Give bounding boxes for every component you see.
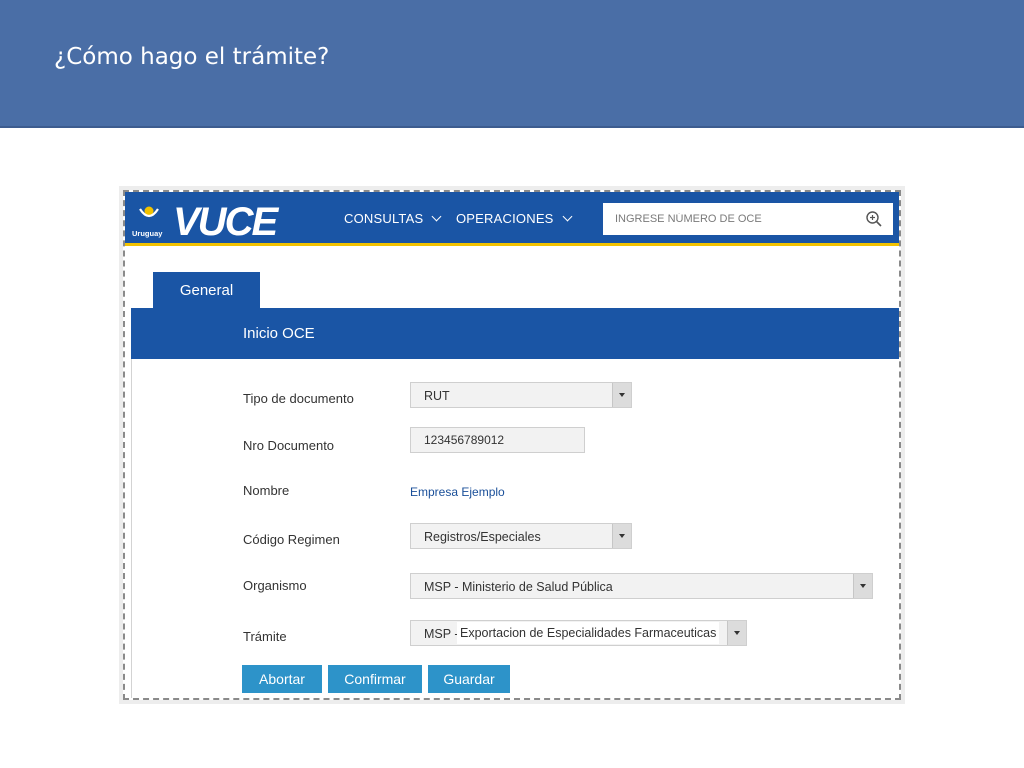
zoom-in-icon[interactable]: [865, 210, 883, 228]
screenshot-frame: Uruguay VUCE CONSULTAS OPERACIONES INGRE…: [119, 186, 905, 704]
nro-documento-label: Nro Documento: [243, 438, 335, 453]
tipo-documento-select[interactable]: RUT: [410, 382, 632, 408]
dropdown-arrow-icon: [612, 383, 631, 407]
tab-general[interactable]: General: [153, 272, 260, 308]
dropdown-arrow-icon: [612, 524, 631, 548]
slide-title: ¿Cómo hago el trámite?: [54, 44, 330, 70]
codigo-regimen-select[interactable]: Registros/Especiales: [410, 523, 632, 549]
nav-operaciones[interactable]: OPERACIONES: [456, 211, 573, 226]
app-window: Uruguay VUCE CONSULTAS OPERACIONES INGRE…: [123, 190, 901, 700]
nav-consultas-label: CONSULTAS: [344, 211, 424, 226]
slide-header: ¿Cómo hago el trámite?: [0, 0, 1024, 128]
tramite-value: Exportacion de Especialidades Farmaceuti…: [457, 622, 720, 644]
uruguay-sun-icon: [139, 206, 159, 218]
oce-search: [603, 203, 893, 235]
organismo-label: Organismo: [243, 578, 307, 593]
dropdown-arrow-icon: [727, 621, 746, 645]
organismo-select[interactable]: MSP - Ministerio de Salud Pública: [410, 573, 873, 599]
guardar-button[interactable]: Guardar: [428, 665, 510, 693]
vuce-logo[interactable]: Uruguay VUCE: [129, 198, 299, 242]
top-navbar: Uruguay VUCE CONSULTAS OPERACIONES: [125, 192, 899, 246]
nav-consultas[interactable]: CONSULTAS: [344, 211, 442, 226]
tramite-select[interactable]: MSP - Exportacion de Especialidades Farm…: [410, 620, 747, 646]
chevron-down-icon: [431, 211, 442, 222]
nombre-value: Empresa Ejemplo: [410, 485, 505, 499]
nro-documento-field[interactable]: 123456789012: [410, 427, 585, 453]
panel-title: Inicio OCE: [243, 325, 315, 342]
nombre-label: Nombre: [243, 483, 290, 498]
tipo-documento-label: Tipo de documento: [243, 391, 354, 406]
tipo-documento-value: RUT: [424, 389, 450, 403]
panel-header: Inicio OCE: [131, 308, 899, 359]
organismo-value: MSP - Ministerio de Salud Pública: [424, 580, 613, 594]
tramite-value-prefix: MSP -: [424, 627, 459, 641]
chevron-down-icon: [562, 211, 573, 222]
abortar-button[interactable]: Abortar: [242, 665, 322, 693]
confirmar-button[interactable]: Confirmar: [328, 665, 422, 693]
logo-country: Uruguay: [132, 229, 163, 238]
tramite-label: Trámite: [243, 629, 287, 644]
logo-wordmark: VUCE: [173, 200, 279, 242]
oce-search-input[interactable]: [603, 203, 853, 235]
codigo-regimen-label: Código Regimen: [243, 532, 340, 547]
codigo-regimen-value: Registros/Especiales: [424, 530, 541, 544]
dropdown-arrow-icon: [853, 574, 872, 598]
nav-operaciones-label: OPERACIONES: [456, 211, 554, 226]
